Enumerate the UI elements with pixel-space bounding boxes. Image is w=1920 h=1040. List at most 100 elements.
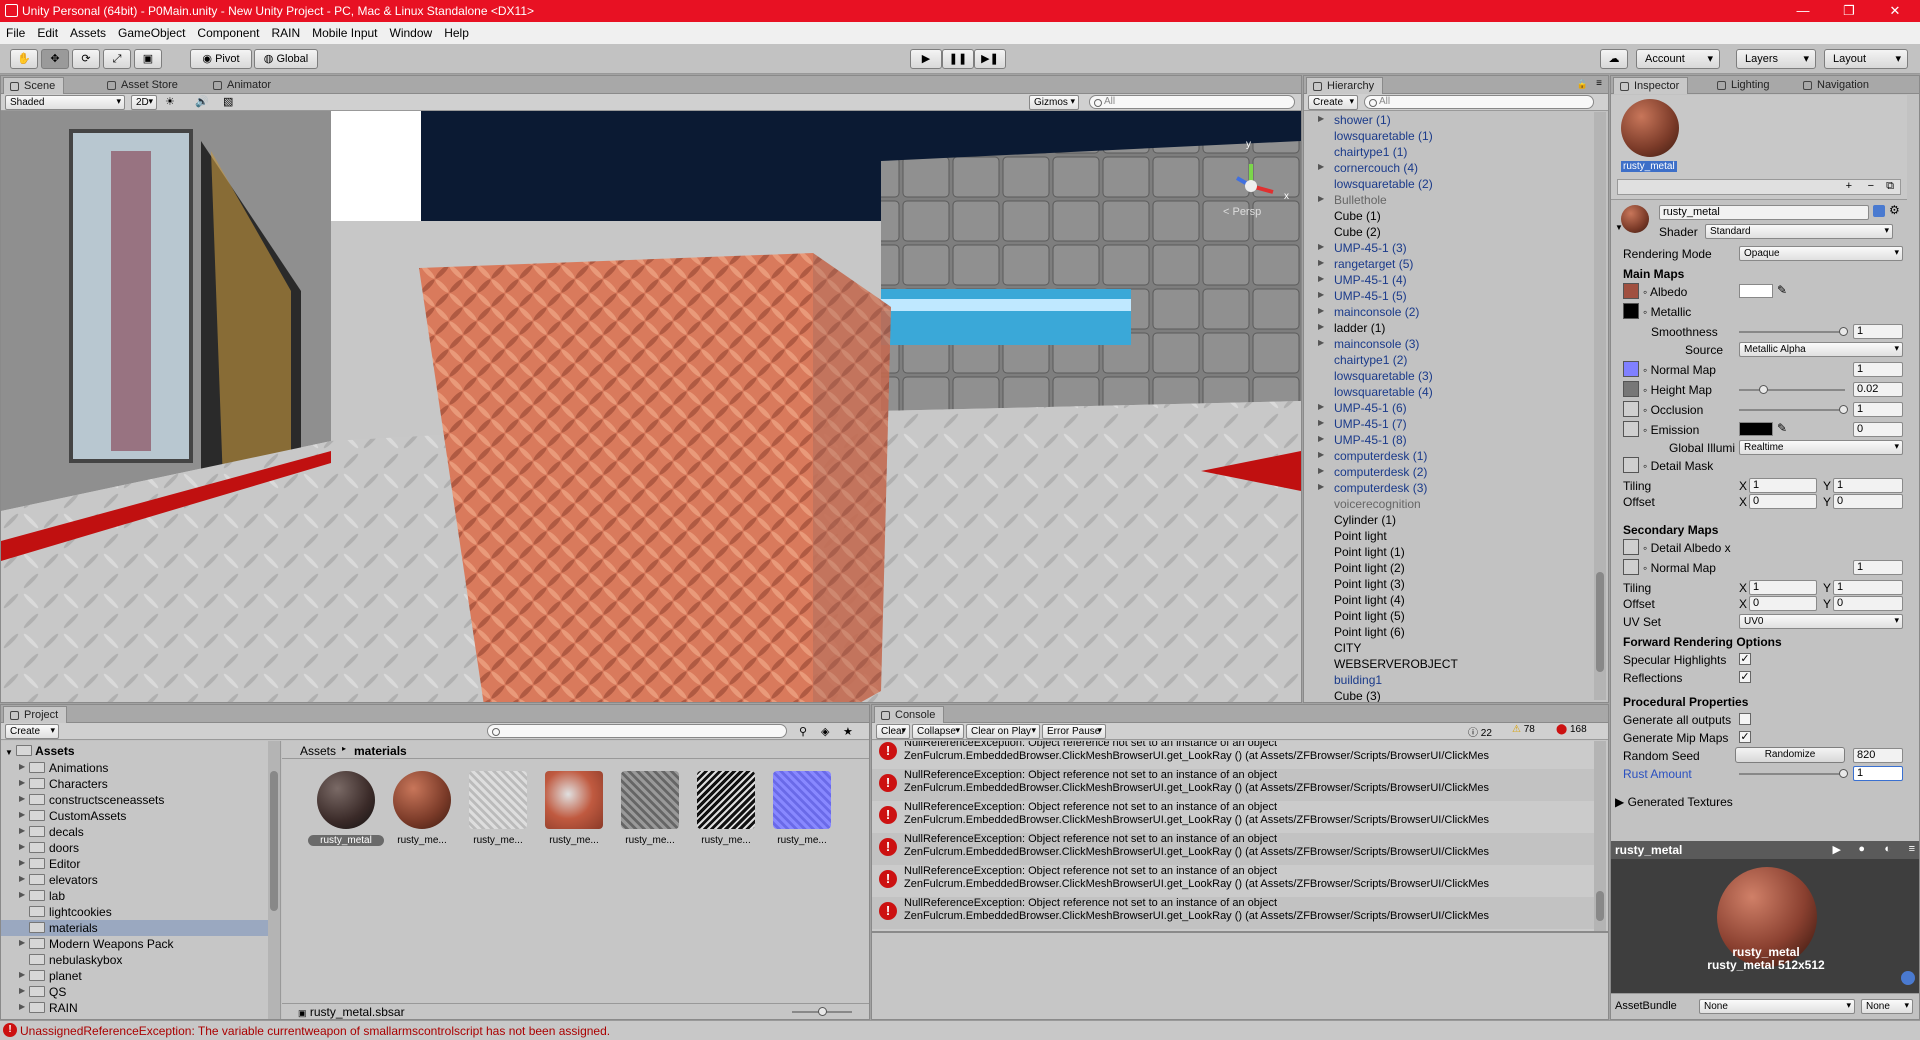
project-folder-item[interactable]: ▶ RAIN xyxy=(1,1000,269,1016)
hierarchy-item[interactable]: ▶ UMP-45-1 (6) xyxy=(1304,400,1594,416)
occlusion-slot[interactable] xyxy=(1623,401,1639,417)
height-map-value-field[interactable]: 0.02 xyxy=(1853,382,1903,397)
duplicate-icon[interactable]: ⧉ xyxy=(1886,180,1894,193)
smoothness-value-field[interactable]: 1 xyxy=(1853,324,1903,339)
reflections-checkbox[interactable]: ✓ xyxy=(1739,671,1751,683)
hierarchy-item[interactable]: chairtype1 (1) xyxy=(1304,144,1594,160)
occlusion-slider[interactable] xyxy=(1739,405,1848,414)
asset-thumbnail[interactable] xyxy=(621,771,679,829)
asset-thumbnail[interactable] xyxy=(317,771,375,829)
foldout-arrow-icon[interactable]: ▶ xyxy=(1318,274,1324,283)
hierarchy-item[interactable]: Point light (2) xyxy=(1304,560,1594,576)
scrollbar-thumb[interactable] xyxy=(1596,572,1604,672)
hierarchy-item[interactable]: ▶ rangetarget (5) xyxy=(1304,256,1594,272)
hierarchy-item[interactable]: Point light (4) xyxy=(1304,592,1594,608)
play-preview-icon[interactable]: ▶ xyxy=(1833,843,1841,856)
project-folder-item[interactable]: ▶ Editor xyxy=(1,856,269,872)
project-folder-item[interactable]: materials xyxy=(1,920,269,936)
hand-tool-button[interactable]: ✋ xyxy=(10,49,38,69)
console-log-entry[interactable]: ! NullReferenceException: Object referenc… xyxy=(872,833,1594,865)
foldout-arrow-icon[interactable]: ▶ xyxy=(1318,306,1324,315)
play-button[interactable]: ▶ xyxy=(910,49,942,69)
secondary-normal-value-field[interactable]: 1 xyxy=(1853,560,1903,575)
console-log-entry[interactable]: ! NullReferenceException: Object referenc… xyxy=(872,801,1594,833)
detail-albedo-slot[interactable] xyxy=(1623,539,1639,555)
layout-dropdown[interactable]: Layout ▾ xyxy=(1824,49,1908,69)
tab-inspector[interactable]: Inspector xyxy=(1613,77,1689,94)
tiling-y-field[interactable]: 1 xyxy=(1833,478,1903,493)
error-count-toggle[interactable]: ⬤ 168 xyxy=(1556,724,1587,735)
hierarchy-item[interactable]: Point light (1) xyxy=(1304,544,1594,560)
pause-button[interactable]: ❚❚ xyxy=(942,49,974,69)
warning-count-toggle[interactable]: ⚠ 78 xyxy=(1512,724,1535,735)
status-message[interactable]: UnassignedReferenceException: The variab… xyxy=(20,1024,610,1038)
console-scrollbar[interactable] xyxy=(1594,741,1606,931)
project-create-dropdown[interactable]: Create xyxy=(5,724,59,739)
hierarchy-item[interactable]: ▶ Bullethole xyxy=(1304,192,1594,208)
albedo-color-field[interactable] xyxy=(1739,284,1773,298)
add-icon[interactable]: + xyxy=(1846,180,1852,192)
console-log-entry[interactable]: ! NullReferenceException: Object referenc… xyxy=(872,741,1594,769)
foldout-arrow-icon[interactable]: ▶ xyxy=(1318,402,1324,411)
panel-menu-icon[interactable]: ≡ xyxy=(1596,78,1602,89)
asset-thumbnail[interactable] xyxy=(773,771,831,829)
2d-toggle[interactable]: 2D xyxy=(131,95,157,110)
hierarchy-scrollbar[interactable] xyxy=(1594,112,1606,700)
breadcrumb-materials[interactable]: materials xyxy=(354,744,407,758)
uv-set-dropdown[interactable]: UV0 xyxy=(1739,614,1903,629)
random-seed-field[interactable]: 820 xyxy=(1853,748,1903,763)
scale-tool-button[interactable]: ⤢ xyxy=(103,49,131,69)
minimize-button[interactable]: — xyxy=(1780,0,1826,22)
secondary-normal-map-slot[interactable] xyxy=(1623,559,1639,575)
breadcrumb-assets[interactable]: Assets xyxy=(300,744,336,758)
menu-rain[interactable]: RAIN xyxy=(265,22,306,44)
foldout-arrow-icon[interactable]: ▶ xyxy=(19,778,25,787)
menu-file[interactable]: File xyxy=(0,22,31,44)
tab-hierarchy[interactable]: Hierarchy xyxy=(1306,77,1384,94)
project-folder-item[interactable]: ▶ doors xyxy=(1,840,269,856)
albedo-texture-slot[interactable] xyxy=(1623,283,1639,299)
foldout-arrow-icon[interactable]: ▼ xyxy=(1615,223,1623,232)
hierarchy-item[interactable]: ▶ computerdesk (1) xyxy=(1304,448,1594,464)
menu-mobile-input[interactable]: Mobile Input xyxy=(306,22,383,44)
generate-all-outputs-checkbox[interactable] xyxy=(1739,713,1751,725)
global-toggle[interactable]: ◍ Global xyxy=(254,49,318,69)
hierarchy-item[interactable]: Cylinder (1) xyxy=(1304,512,1594,528)
preview-menu-icon[interactable]: ≡ xyxy=(1909,843,1915,855)
console-clear-on-play-button[interactable]: Clear on Play xyxy=(966,724,1040,739)
project-folder-item[interactable]: ▶ lab xyxy=(1,888,269,904)
book-icon[interactable] xyxy=(1873,205,1885,217)
hierarchy-item[interactable]: chairtype1 (2) xyxy=(1304,352,1594,368)
hierarchy-item[interactable]: ▶ UMP-45-1 (7) xyxy=(1304,416,1594,432)
rotate-tool-button[interactable]: ⟳ xyxy=(72,49,100,69)
project-folder-item[interactable]: ▶ planet xyxy=(1,968,269,984)
slider-knob[interactable] xyxy=(1759,385,1768,394)
generated-textures-foldout[interactable]: ▶ Generated Textures xyxy=(1615,795,1733,809)
remove-icon[interactable]: − xyxy=(1868,180,1874,192)
hierarchy-item[interactable]: ▶ UMP-45-1 (5) xyxy=(1304,288,1594,304)
normal-map-value-field[interactable]: 1 xyxy=(1853,362,1903,377)
layers-dropdown[interactable]: Layers ▾ xyxy=(1736,49,1816,69)
hierarchy-item[interactable]: ▶ shower (1) xyxy=(1304,112,1594,128)
hierarchy-item[interactable]: ▶ ladder (1) xyxy=(1304,320,1594,336)
foldout-arrow-icon[interactable]: ▶ xyxy=(19,858,25,867)
favorite-icon[interactable]: ★ xyxy=(843,725,853,738)
gizmos-dropdown[interactable]: Gizmos xyxy=(1029,95,1079,110)
asset-thumbnail[interactable] xyxy=(697,771,755,829)
project-folder-item[interactable]: ▶ elevators xyxy=(1,872,269,888)
menu-component[interactable]: Component xyxy=(191,22,265,44)
cloud-button[interactable]: ☁ xyxy=(1600,49,1628,69)
account-dropdown[interactable]: Account ▾ xyxy=(1636,49,1720,69)
tiling-x-field[interactable]: 1 xyxy=(1749,478,1817,493)
foldout-arrow-icon[interactable]: ▶ xyxy=(1318,290,1324,299)
scene-viewport[interactable]: y x < Persp xyxy=(1,111,1301,702)
source-dropdown[interactable]: Metallic Alpha xyxy=(1739,342,1903,357)
secondary-tiling-x-field[interactable]: 1 xyxy=(1749,580,1817,595)
rust-amount-slider[interactable] xyxy=(1739,769,1848,778)
scrollbar-thumb[interactable] xyxy=(1596,891,1604,921)
project-folder-item[interactable]: ▶ decals xyxy=(1,824,269,840)
foldout-arrow-icon[interactable]: ▶ xyxy=(1318,482,1324,491)
menu-edit[interactable]: Edit xyxy=(31,22,64,44)
foldout-arrow-icon[interactable]: ▶ xyxy=(1318,434,1324,443)
hierarchy-item[interactable]: Cube (1) xyxy=(1304,208,1594,224)
